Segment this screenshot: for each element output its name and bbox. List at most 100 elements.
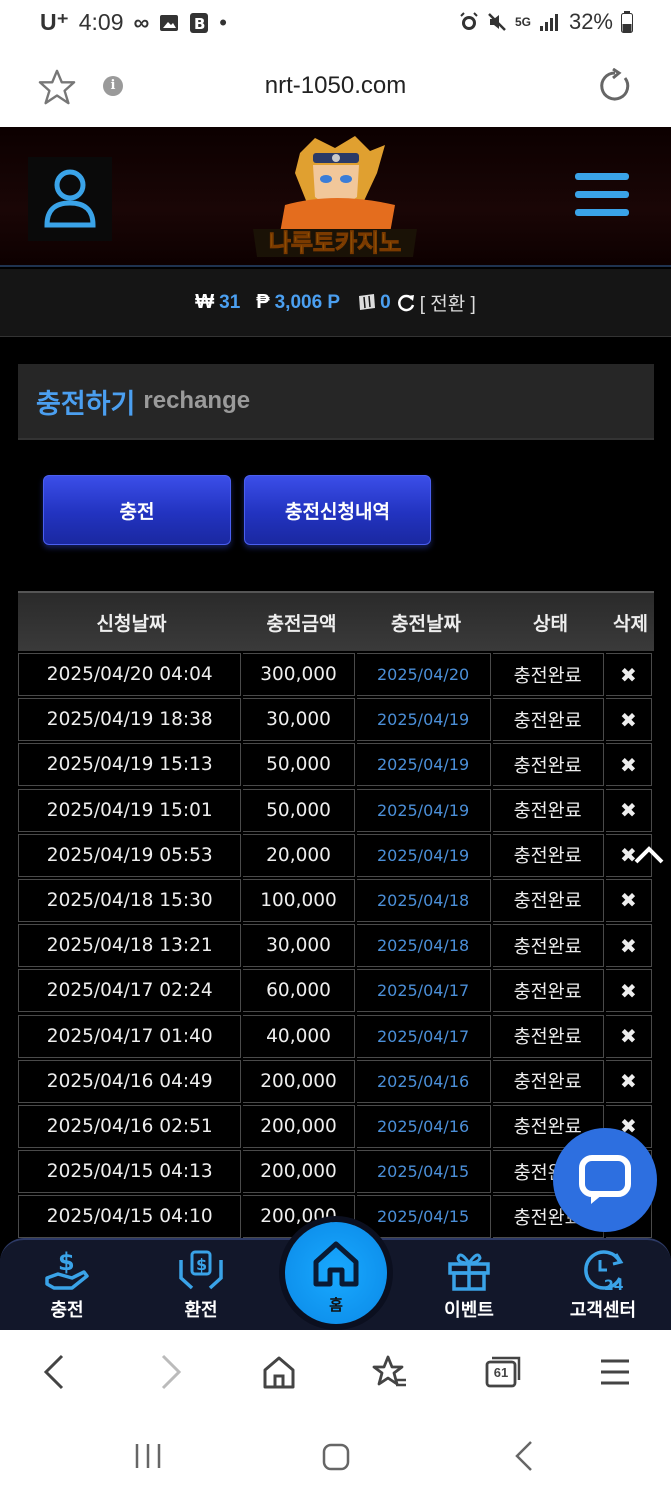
delete-icon[interactable]: ✖ — [605, 878, 652, 922]
browser-home-icon[interactable] — [262, 1354, 296, 1390]
table-row: 2025/04/17 01:40 40,000 2025/04/17 충전완료 ✖ — [18, 1014, 654, 1060]
table-row: 2025/04/18 15:30 100,000 2025/04/18 충전완료 ✖ — [18, 878, 654, 925]
charge-history-tab-button[interactable]: 충전신청내역 — [244, 475, 431, 545]
battery-text: 32% — [568, 9, 613, 34]
exchange-hands-icon: $ — [179, 1250, 223, 1290]
android-home-icon[interactable] — [321, 1442, 351, 1472]
nav-support[interactable]: 24 고객센터 — [553, 1248, 653, 1322]
chat-button[interactable] — [553, 1128, 657, 1232]
android-back-icon[interactable] — [512, 1440, 536, 1472]
alarm-icon — [460, 12, 478, 30]
support-24-icon: 24 — [584, 1250, 624, 1292]
cell-amount: 40,000 — [243, 1014, 355, 1058]
convert-button[interactable]: [ 전환 ] — [420, 289, 476, 316]
refresh-icon[interactable] — [396, 293, 416, 313]
delete-icon[interactable]: ✖ — [605, 698, 652, 742]
cell-amount: 50,000 — [243, 743, 355, 787]
cell-request-date: 2025/04/18 15:30 — [18, 878, 242, 922]
delete-icon[interactable]: ✖ — [605, 1059, 652, 1103]
delete-icon[interactable]: ✖ — [605, 1014, 652, 1058]
cell-amount: 30,000 — [243, 698, 355, 742]
cell-amount: 300,000 — [243, 653, 355, 696]
browser-menu-icon[interactable] — [600, 1358, 630, 1386]
cell-request-date: 2025/04/19 15:13 — [18, 743, 242, 787]
charge-tab-button[interactable]: 충전 — [43, 475, 231, 545]
nav-exchange-label: 환전 — [184, 1300, 218, 1321]
signal-icon — [539, 14, 558, 31]
delete-icon[interactable]: ✖ — [605, 969, 652, 1013]
back-arrow-icon[interactable] — [40, 1354, 70, 1390]
charge-history-table: 신청날짜 충전금액 충전날짜 상태 삭제 2025/04/20 04:04 300… — [18, 591, 654, 1241]
reload-icon[interactable] — [597, 68, 633, 104]
delete-icon[interactable]: ✖ — [605, 788, 652, 832]
cell-charge-date: 2025/04/19 — [356, 743, 491, 787]
cell-charge-date: 2025/04/16 — [356, 1059, 491, 1103]
cell-charge-date: 2025/04/19 — [356, 698, 491, 742]
cell-request-date: 2025/04/17 02:24 — [18, 969, 242, 1013]
cell-charge-date: 2025/04/20 — [356, 653, 491, 696]
home-button[interactable]: 홈 — [285, 1222, 387, 1324]
mute-icon — [488, 13, 506, 31]
page-title-english: rechange — [143, 387, 251, 414]
cell-charge-date: 2025/04/19 — [356, 833, 491, 877]
menu-hamburger-icon[interactable] — [575, 173, 629, 221]
forward-arrow-icon[interactable] — [155, 1354, 185, 1390]
cell-request-date: 2025/04/17 01:40 — [18, 1014, 242, 1058]
status-time: 4:09 — [78, 9, 124, 35]
page-title: 충전하기 rechange — [18, 364, 654, 440]
cell-charge-date: 2025/04/16 — [356, 1104, 491, 1148]
table-row: 2025/04/17 02:24 60,000 2025/04/17 충전완료 ✖ — [18, 969, 654, 1015]
cell-status: 충전완료 — [492, 969, 604, 1013]
chip-balance: 0 [ 전환 ] — [356, 289, 476, 316]
carrier-label: U⁺ — [40, 9, 69, 35]
network-label: 5G — [514, 15, 531, 29]
svg-text:$: $ — [58, 1248, 75, 1276]
cell-status: 충전완료 — [492, 1059, 604, 1103]
won-balance: ₩ 31 — [195, 291, 240, 314]
cell-charge-date: 2025/04/15 — [356, 1195, 491, 1239]
cell-amount: 100,000 — [243, 878, 355, 922]
cell-request-date: 2025/04/16 02:51 — [18, 1104, 242, 1148]
cell-request-date: 2025/04/16 04:49 — [18, 1059, 242, 1103]
table-row: 2025/04/19 15:13 50,000 2025/04/19 충전완료 ✖ — [18, 743, 654, 789]
table-row: 2025/04/20 04:04 300,000 2025/04/20 충전완료 ✖ — [18, 653, 654, 699]
cell-amount: 20,000 — [243, 833, 355, 877]
url-text[interactable]: nrt-1050.com — [0, 72, 671, 100]
header-delete: 삭제 — [613, 612, 648, 635]
recent-apps-icon[interactable] — [133, 1442, 163, 1470]
delete-icon[interactable]: ✖ — [605, 924, 652, 968]
logo-text: 나루토카지노 — [269, 229, 401, 257]
user-button[interactable] — [28, 157, 112, 241]
cell-amount: 200,000 — [243, 1059, 355, 1103]
point-value: 3,006 P — [274, 291, 341, 313]
table-row: 2025/04/19 18:38 30,000 2025/04/19 충전완료 ✖ — [18, 698, 654, 744]
cell-status: 충전완료 — [492, 698, 604, 742]
cell-amount: 200,000 — [243, 1150, 355, 1194]
gift-icon — [448, 1253, 490, 1291]
nav-event[interactable]: 이벤트 — [419, 1248, 519, 1322]
ticket-icon — [359, 293, 376, 310]
delete-icon[interactable]: ✖ — [605, 653, 652, 696]
delete-icon[interactable]: ✖ — [605, 743, 652, 787]
browser-url-bar: i nrt-1050.com — [0, 50, 671, 127]
page-title-korean: 충전하기 — [36, 388, 136, 419]
won-icon: ₩ — [195, 291, 215, 313]
cell-charge-date: 2025/04/15 — [356, 1150, 491, 1194]
tabs-icon[interactable]: 61 — [485, 1356, 521, 1388]
chat-bubble-icon — [579, 1155, 631, 1204]
nav-exchange[interactable]: $ 환전 — [151, 1248, 251, 1322]
scroll-top-icon[interactable] — [632, 840, 666, 868]
bookmarks-icon[interactable] — [372, 1354, 408, 1390]
nav-charge[interactable]: $ 충전 — [17, 1248, 117, 1322]
site-logo[interactable]: 나루토카지노 — [245, 133, 425, 261]
table-row: 2025/04/16 02:51 200,000 2025/04/16 충전완료 ✖ — [18, 1104, 654, 1151]
table-row: 2025/04/19 15:01 50,000 2025/04/19 충전완료 ✖ — [18, 788, 654, 834]
svg-text:$: $ — [196, 1255, 207, 1274]
cell-charge-date: 2025/04/17 — [356, 1014, 491, 1058]
cell-request-date: 2025/04/15 04:10 — [18, 1195, 242, 1239]
svg-text:B: B — [194, 15, 205, 33]
cell-request-date: 2025/04/18 13:21 — [18, 924, 242, 968]
point-balance: ₱ 3,006 P — [256, 291, 340, 314]
point-icon: ₱ — [256, 291, 270, 313]
table-row: 2025/04/16 04:49 200,000 2025/04/16 충전완료 ✖ — [18, 1059, 654, 1105]
